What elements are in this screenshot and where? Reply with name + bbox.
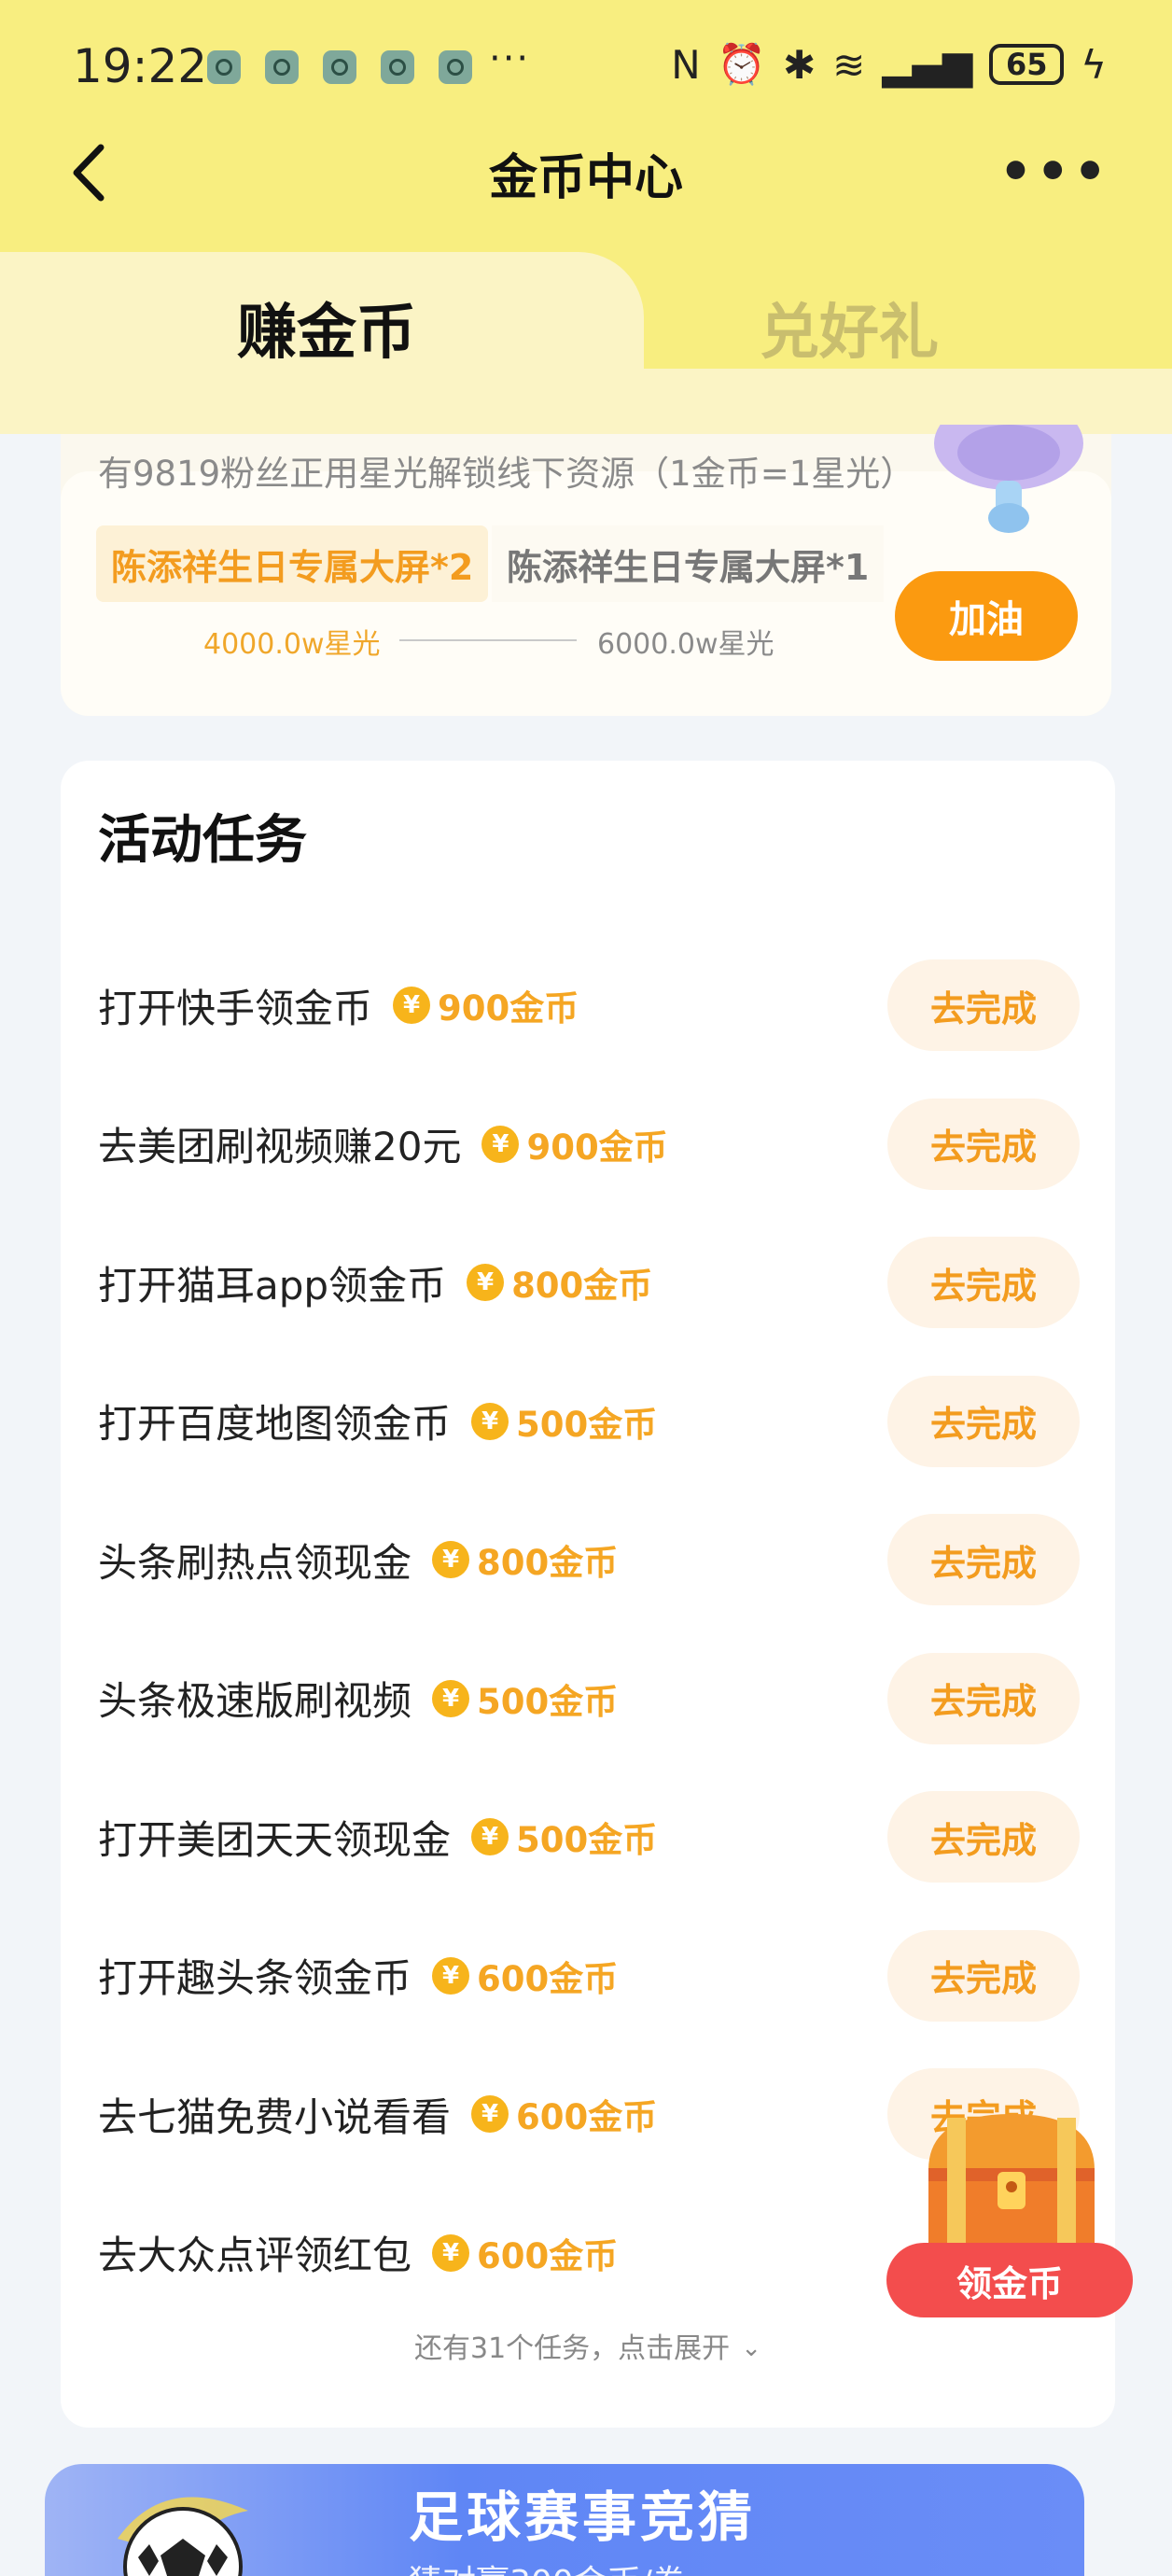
task-row: 打开猫耳app领金币 ¥800金币 去完成 — [61, 1213, 1115, 1352]
task-title: 去七猫免费小说看看 — [98, 2093, 452, 2140]
task-reward: ¥600金币 — [432, 1951, 618, 2001]
cheer-button[interactable]: 加油 — [895, 571, 1078, 661]
coin-icon: ¥ — [432, 1956, 470, 1995]
coin-icon: ¥ — [432, 1541, 470, 1579]
more-menu-icon[interactable]: ••• — [999, 147, 1110, 199]
app-notification-icon — [207, 50, 241, 84]
task-row: 打开百度地图领金币 ¥500金币 去完成 — [61, 1352, 1115, 1491]
task-row: 去美团刷视频赚20元 ¥900金币 去完成 — [61, 1075, 1115, 1214]
task-reward: ¥500金币 — [471, 1396, 657, 1447]
app-notification-icon — [381, 50, 414, 84]
task-reward: ¥500金币 — [471, 1812, 657, 1862]
task-row: 打开美团天天领现金 ¥500金币 去完成 — [61, 1768, 1115, 1907]
notification-icons — [207, 50, 472, 84]
progress-current-label: 4000.0w星光 — [203, 628, 381, 661]
task-title: 打开美团天天领现金 — [98, 1816, 452, 1863]
coin-icon: ¥ — [432, 1679, 470, 1717]
reward-amount: 800金币 — [477, 1543, 619, 1584]
coin-icon: ¥ — [471, 1818, 509, 1856]
starlight-description: 有9819粉丝正用星光解锁线下资源（1金币=1星光） — [98, 454, 915, 494]
tab-earn-coins[interactable]: 赚金币 — [187, 285, 467, 371]
tasks-heading: 活动任务 — [98, 810, 307, 871]
complete-task-button[interactable]: 去完成 — [887, 1375, 1080, 1467]
system-indicators: N ⏰ ✱ ≋ ▂▄▆ 65 ϟ — [671, 41, 1107, 88]
complete-task-button[interactable]: 去完成 — [887, 1237, 1080, 1328]
complete-task-button[interactable]: 去完成 — [887, 1929, 1080, 2022]
battery-icon: 65 — [989, 44, 1065, 85]
task-title: 去美团刷视频赚20元 — [98, 1124, 462, 1170]
expand-tasks-link[interactable]: 还有31个任务，点击展开 ⌄ — [61, 2325, 1115, 2366]
charging-icon: ϟ — [1081, 41, 1107, 88]
task-row: 头条极速版刷视频 ¥500金币 去完成 — [61, 1630, 1115, 1769]
task-reward: ¥900金币 — [481, 1119, 668, 1169]
task-title: 头条极速版刷视频 — [98, 1678, 412, 1725]
complete-task-button[interactable]: 去完成 — [887, 959, 1080, 1051]
task-row: 打开趣头条领金币 ¥600金币 去完成 — [61, 1907, 1115, 2046]
signal-icon: ▂▄▆ — [882, 41, 973, 88]
task-reward: ¥900金币 — [393, 980, 579, 1030]
reward-amount: 500金币 — [516, 1404, 658, 1445]
chevron-down-icon: ⌄ — [741, 2334, 761, 2362]
coin-icon: ¥ — [467, 1264, 505, 1302]
app-notification-icon — [439, 50, 472, 84]
task-title: 去大众点评领红包 — [98, 2233, 412, 2279]
more-notifications-icon: ··· — [489, 37, 531, 80]
nfc-icon: N — [671, 41, 701, 88]
task-row: 头条刷热点领现金 ¥800金币 去完成 — [61, 1491, 1115, 1630]
soccer-ball-icon — [118, 2497, 248, 2576]
task-title: 打开趣头条领金币 — [98, 1955, 412, 2002]
screen-reward-tag: 陈添祥生日专属大屏*1 — [492, 525, 885, 602]
reward-amount: 600金币 — [516, 2097, 658, 2138]
reward-amount: 900金币 — [526, 1127, 668, 1168]
task-title: 打开百度地图领金币 — [98, 1401, 452, 1448]
banner-title: 足球赛事竞猜 — [409, 2485, 757, 2549]
task-title: 打开快手领金币 — [98, 985, 373, 1031]
expand-tasks-label: 还有31个任务，点击展开 — [414, 2332, 731, 2365]
task-row: 打开快手领金币 ¥900金币 去完成 — [61, 936, 1115, 1075]
task-reward: ¥600金币 — [471, 2089, 657, 2139]
status-time: 19:22 — [73, 39, 208, 93]
task-reward: ¥800金币 — [467, 1257, 652, 1308]
coin-icon: ¥ — [471, 1402, 509, 1440]
alarm-icon: ⏰ — [717, 41, 766, 87]
collect-coins-button[interactable]: 领金币 — [886, 2243, 1133, 2317]
tab-redeem-gifts[interactable]: 兑好礼 — [709, 285, 989, 371]
page-title: 金币中心 — [488, 150, 683, 206]
status-bar: 19:22 ··· N ⏰ ✱ ≋ ▂▄▆ 65 ϟ — [0, 0, 1172, 131]
progress-line — [399, 639, 577, 641]
reward-amount: 500金币 — [477, 1681, 619, 1722]
reward-amount: 600金币 — [477, 2235, 619, 2276]
complete-task-button[interactable]: 去完成 — [887, 1652, 1080, 1744]
reward-amount: 900金币 — [438, 988, 579, 1029]
banner-subtitle: 猜对赢300金币/卷 — [409, 2555, 686, 2576]
coin-icon: ¥ — [481, 1125, 520, 1163]
complete-task-button[interactable]: 去完成 — [887, 1791, 1080, 1883]
complete-task-button[interactable]: 去完成 — [887, 1514, 1080, 1605]
football-quiz-banner[interactable]: 足球赛事竞猜 猜对赢300金币/卷 — [45, 2464, 1084, 2576]
reward-amount: 600金币 — [477, 1958, 619, 1999]
app-notification-icon — [323, 50, 356, 84]
task-reward: ¥500金币 — [432, 1673, 618, 1724]
bluetooth-icon: ✱ — [782, 41, 816, 88]
complete-task-button[interactable]: 去完成 — [887, 1098, 1080, 1190]
task-title: 打开猫耳app领金币 — [98, 1262, 447, 1309]
coin-icon: ¥ — [432, 2233, 470, 2272]
coin-icon: ¥ — [471, 2095, 509, 2134]
coin-icon: ¥ — [393, 987, 431, 1025]
app-notification-icon — [265, 50, 299, 84]
treasure-chest-icon[interactable] — [910, 2105, 1113, 2263]
wifi-icon: ≋ — [832, 41, 866, 88]
reward-amount: 500金币 — [516, 1820, 658, 1861]
screen-reward-tag: 陈添祥生日专属大屏*2 — [96, 525, 489, 602]
starlight-card: 有9819粉丝正用星光解锁线下资源（1金币=1星光） 陈添祥生日专属大屏*2 陈… — [61, 425, 1111, 716]
balloon-icon — [934, 425, 1083, 533]
task-reward: ¥600金币 — [432, 2228, 618, 2278]
reward-amount: 800金币 — [511, 1266, 653, 1307]
progress-target-label: 6000.0w星光 — [597, 628, 774, 661]
task-reward: ¥800金币 — [432, 1534, 618, 1585]
task-title: 头条刷热点领现金 — [98, 1539, 412, 1586]
